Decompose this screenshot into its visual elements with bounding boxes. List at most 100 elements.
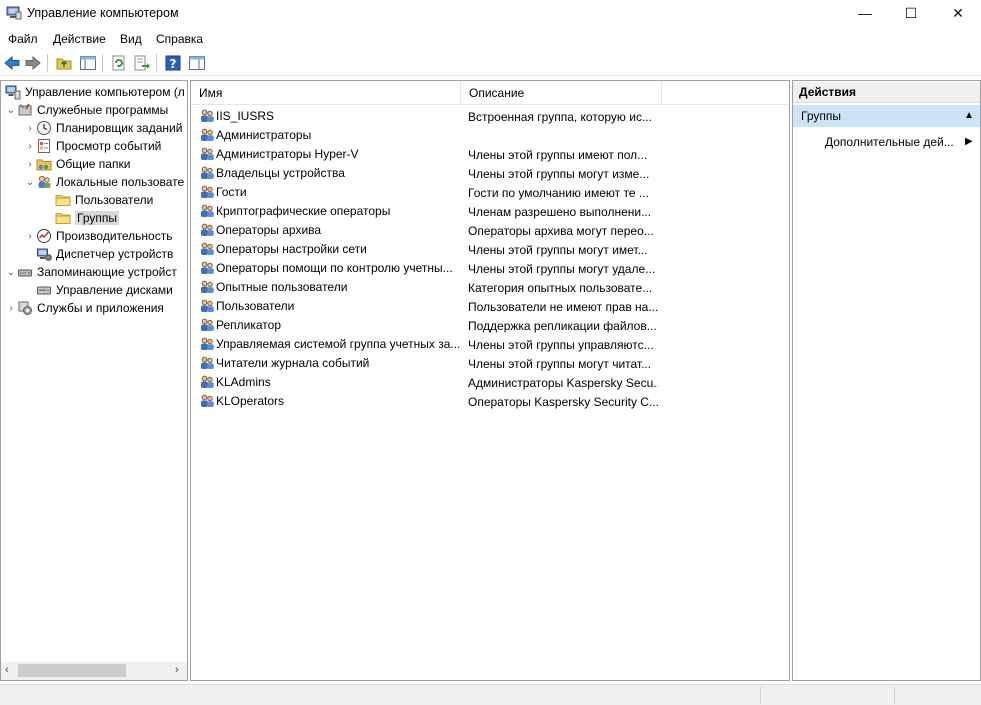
group-name: Репликатор — [216, 318, 281, 332]
table-row[interactable]: Администраторы — [191, 126, 789, 145]
tree-item[interactable]: Управление дисками — [24, 281, 173, 299]
chevron-down-icon[interactable]: ⌄ — [5, 105, 17, 116]
table-row[interactable]: Управляемая системой группа учетных за..… — [191, 335, 789, 354]
tree-item[interactable]: › Общие папки — [24, 155, 130, 173]
group-name: Криптографические операторы — [216, 204, 391, 218]
up-folder-icon[interactable] — [55, 54, 73, 72]
forward-arrow-icon[interactable] — [24, 54, 42, 72]
tree-item-label: Управление дисками — [56, 283, 173, 297]
table-row[interactable]: KLAdmins Администраторы Kaspersky Secu... — [191, 373, 789, 392]
maximize-button[interactable]: ☐ — [888, 0, 934, 26]
group-icon — [199, 393, 215, 409]
folder-icon — [55, 210, 71, 226]
group-icon — [199, 336, 215, 352]
device-manager-icon — [36, 246, 52, 262]
table-row[interactable]: Читатели журнала событий Члены этой групп… — [191, 354, 789, 373]
tree-item[interactable]: Управление компьютером (л — [5, 83, 185, 101]
tree-item[interactable]: › Службы и приложения — [5, 299, 164, 317]
tree-item[interactable]: Группы — [43, 209, 119, 227]
group-name: Операторы помощи по контролю учетны... — [216, 261, 453, 275]
group-name-cell: Пользователи — [199, 298, 461, 314]
chevron-right-icon[interactable]: › — [24, 123, 36, 134]
table-row[interactable]: Криптографические операторы Членам разреш… — [191, 202, 789, 221]
table-row[interactable]: Администраторы Hyper-V Члены этой группы … — [191, 145, 789, 164]
status-separator — [894, 687, 895, 704]
submenu-arrow-icon: ▶ — [965, 136, 973, 147]
table-row[interactable]: Гости Гости по умолчанию имеют те ... — [191, 183, 789, 202]
more-actions-item[interactable]: Дополнительные дей... ▶ — [825, 133, 975, 151]
table-row[interactable]: Опытные пользователи Категория опытных по… — [191, 278, 789, 297]
tree-item-label: Пользователи — [75, 193, 154, 207]
computer-management-icon — [6, 6, 22, 20]
group-name: Администраторы Hyper-V — [216, 147, 359, 161]
scroll-left-arrow-icon[interactable]: ‹ — [5, 664, 9, 676]
tree-item-label: Производительность — [56, 229, 173, 243]
tree-item[interactable]: ⌄ Локальные пользовате — [24, 173, 184, 191]
chevron-right-icon[interactable]: › — [5, 303, 17, 314]
scrollbar-thumb[interactable] — [18, 664, 126, 677]
scroll-right-arrow-icon[interactable]: › — [175, 664, 179, 676]
table-row[interactable]: Операторы помощи по контролю учетны... Чл… — [191, 259, 789, 278]
users-icon — [36, 174, 52, 190]
tree-item[interactable]: Пользователи — [43, 191, 153, 209]
group-name: KLOperators — [216, 394, 285, 408]
shared-folder-icon — [36, 156, 52, 172]
group-description: Администраторы Kaspersky Secu... — [468, 376, 658, 390]
back-arrow-icon[interactable] — [3, 54, 21, 72]
toolbar-separator — [47, 54, 48, 72]
show-hide-action-pane-icon[interactable] — [188, 54, 206, 72]
tree-item[interactable]: ⌄ Запоминающие устройст — [5, 263, 177, 281]
chevron-right-icon[interactable]: › — [24, 231, 36, 242]
group-icon — [199, 165, 215, 181]
table-row[interactable]: Репликатор Поддержка репликации файлов... — [191, 316, 789, 335]
table-row[interactable]: Пользователи Пользователи не имеют прав н… — [191, 297, 789, 316]
group-name-cell: Читатели журнала событий — [199, 355, 461, 371]
title-bar: Управление компьютером — ☐ ✕ — [0, 0, 981, 28]
column-header-description[interactable]: Описание — [461, 81, 662, 105]
tree-horizontal-scrollbar[interactable]: ‹ › — [1, 662, 187, 680]
group-name-cell: KLOperators — [199, 393, 461, 409]
tree-item[interactable]: › Производительность — [24, 227, 172, 245]
tree-item-label: Управление компьютером (л — [25, 85, 185, 99]
table-row[interactable]: Операторы архива Операторы архива могут п… — [191, 221, 789, 240]
table-row[interactable]: IIS_IUSRS Встроенная группа, которую ис..… — [191, 107, 789, 126]
chevron-right-icon[interactable]: › — [24, 159, 36, 170]
collapse-caret-icon[interactable]: ▲ — [964, 105, 974, 127]
chevron-down-icon[interactable]: ⌄ — [24, 177, 36, 188]
group-name: Операторы настройки сети — [216, 242, 367, 256]
tree-item[interactable]: › Просмотр событий — [24, 137, 161, 155]
table-row[interactable]: Операторы настройки сети Члены этой групп… — [191, 240, 789, 259]
tree-item[interactable]: ⌄ Служебные программы — [5, 101, 168, 119]
show-hide-tree-icon[interactable] — [79, 54, 97, 72]
close-button[interactable]: ✕ — [935, 0, 981, 26]
actions-group-label: Группы — [801, 109, 841, 123]
help-icon[interactable]: ? — [164, 54, 182, 72]
group-name: Администраторы — [216, 128, 312, 142]
minimize-button[interactable]: — — [842, 0, 888, 26]
column-header-name[interactable]: Имя — [191, 81, 461, 105]
group-name: Операторы архива — [216, 223, 322, 237]
chevron-down-icon[interactable]: ⌄ — [5, 267, 17, 278]
group-description: Операторы архива могут перео... — [468, 224, 654, 238]
toolbar: ? — [0, 50, 981, 76]
window-title: Управление компьютером — [27, 6, 179, 20]
export-list-icon[interactable] — [133, 54, 151, 72]
menu-action[interactable]: Действие — [53, 32, 106, 46]
group-name: IIS_IUSRS — [216, 109, 275, 123]
refresh-icon[interactable] — [110, 54, 128, 72]
menu-file[interactable]: Файл — [8, 32, 38, 46]
actions-group-groups[interactable]: Группы ▲ — [793, 105, 980, 127]
folder-icon — [55, 192, 71, 208]
group-name-cell: Репликатор — [199, 317, 461, 333]
disk-icon — [36, 282, 52, 298]
tree-item[interactable]: › Планировщик заданий — [24, 119, 182, 137]
menu-help[interactable]: Справка — [156, 32, 203, 46]
group-description: Встроенная группа, которую ис... — [468, 110, 652, 124]
tree-item[interactable]: Диспетчер устройств — [24, 245, 173, 263]
group-name-cell: Гости — [199, 184, 461, 200]
table-row[interactable]: KLOperators Операторы Kaspersky Security … — [191, 392, 789, 411]
chevron-right-icon[interactable]: › — [24, 141, 36, 152]
table-row[interactable]: Владельцы устройства Члены этой группы мо… — [191, 164, 789, 183]
menu-view[interactable]: Вид — [120, 32, 142, 46]
group-icon — [199, 317, 215, 333]
